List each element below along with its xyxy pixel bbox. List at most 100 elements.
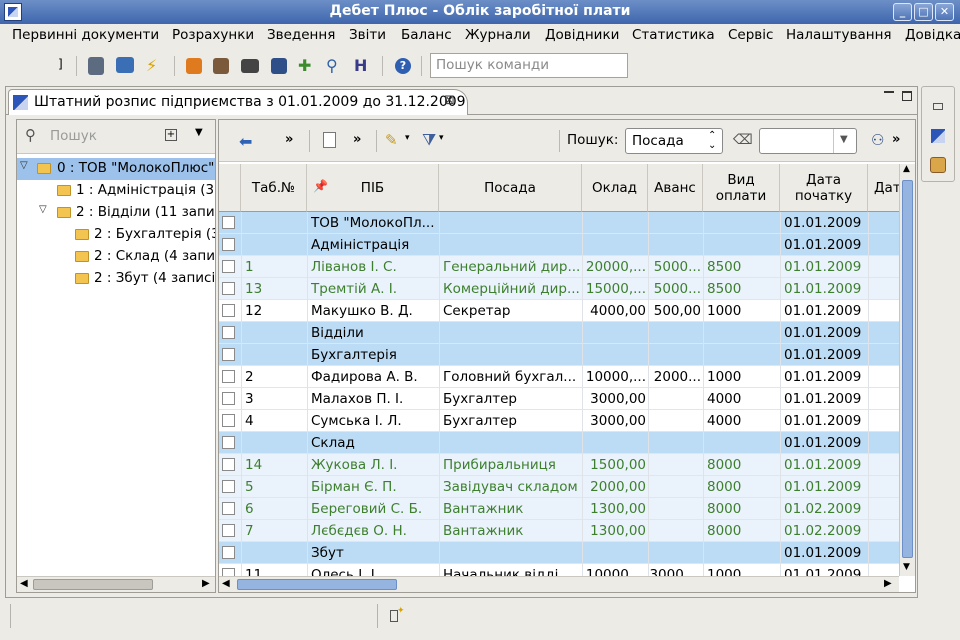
- box-icon[interactable]: [186, 58, 202, 74]
- id-card-icon[interactable]: [271, 58, 287, 74]
- row-checkbox[interactable]: [222, 216, 235, 229]
- scroll-right-icon[interactable]: ▶: [884, 578, 892, 589]
- menu-item-primary-docs[interactable]: Первинні документи: [12, 27, 159, 43]
- row-checkbox[interactable]: [222, 282, 235, 295]
- header-salary[interactable]: Оклад: [582, 164, 648, 212]
- back-arrow-icon[interactable]: ⬅: [239, 132, 252, 151]
- menu-item-directories[interactable]: Довідники: [545, 27, 619, 43]
- tab-staff-schedule[interactable]: Штатний розпис підприємства з 01.01.2009…: [8, 89, 468, 115]
- table-row[interactable]: 5 Бірман Є. П. Завідувач складом 2000,00 800…: [219, 476, 899, 498]
- lightning-icon[interactable]: ⚡: [146, 56, 166, 76]
- table-row[interactable]: 4 Сумська І. Л. Бухгалтер 3000,00 4000 01.01.…: [219, 410, 899, 432]
- table-row[interactable]: 2 Фадирова А. В. Головний бухгал... 10000,.…: [219, 366, 899, 388]
- menu-item-balance[interactable]: Баланс: [401, 27, 452, 43]
- menu-item-statistics[interactable]: Статистика: [632, 27, 715, 43]
- search-field-select[interactable]: Посада ⌃ ⌄: [625, 128, 723, 154]
- monitor-icon[interactable]: [116, 57, 134, 73]
- scroll-left-icon[interactable]: ◀: [20, 578, 28, 589]
- more-icon[interactable]: »: [892, 132, 900, 147]
- tree-node[interactable]: ▽ 2 : Відділи (11 запис: [17, 202, 215, 224]
- row-checkbox[interactable]: [222, 238, 235, 251]
- scroll-left-icon[interactable]: ◀: [222, 578, 230, 589]
- row-checkbox[interactable]: [222, 414, 235, 427]
- table-row[interactable]: 1 Ліванов І. С. Генеральний дир... 20000,..…: [219, 256, 899, 278]
- restore-icon[interactable]: [933, 103, 943, 110]
- table-row[interactable]: Бухгалтерія 01.01.2009: [219, 344, 899, 366]
- magnifier-icon[interactable]: ⚲: [326, 56, 346, 76]
- chevron-down-icon[interactable]: ▾: [405, 133, 410, 143]
- row-checkbox[interactable]: [222, 326, 235, 339]
- spinner-icon[interactable]: ⌃ ⌄: [708, 131, 716, 151]
- expanded-arrow-icon[interactable]: ▽: [20, 160, 32, 171]
- add-user-icon[interactable]: ✚: [298, 56, 318, 76]
- table-row[interactable]: 7 Лєбєдєв О. Н. Вантажник 1300,00 8000 01.02.…: [219, 520, 899, 542]
- row-checkbox[interactable]: [222, 568, 235, 576]
- toolbar-chevron-icon[interactable]: ]: [58, 57, 68, 77]
- row-checkbox[interactable]: [222, 436, 235, 449]
- table-row[interactable]: Відділи 01.01.2009: [219, 322, 899, 344]
- tree-search-input[interactable]: Пошук: [50, 128, 97, 144]
- header-payment-type[interactable]: Вид оплати: [703, 164, 780, 212]
- grid-vertical-scrollbar[interactable]: ▲ ▼: [899, 164, 915, 576]
- close-button[interactable]: ✕: [935, 3, 954, 21]
- table-row[interactable]: 14 Жукова Л. І. Прибиральниця 1500,00 8000 01…: [219, 454, 899, 476]
- scrollbar-thumb[interactable]: [33, 579, 153, 590]
- scroll-right-icon[interactable]: ▶: [202, 578, 210, 589]
- tree-horizontal-scrollbar[interactable]: ◀ ▶: [17, 576, 215, 592]
- row-checkbox[interactable]: [222, 260, 235, 273]
- table-row[interactable]: Збут 01.01.2009: [219, 542, 899, 564]
- table-row[interactable]: 3 Малахов П. І. Бухгалтер 3000,00 4000 01.01.…: [219, 388, 899, 410]
- table-row[interactable]: Адміністрація 01.01.2009: [219, 234, 899, 256]
- portrait-icon[interactable]: [213, 58, 229, 74]
- chevron-down-icon[interactable]: ▼: [840, 134, 848, 145]
- tree-node[interactable]: 1 : Адміністрація (3: [17, 180, 215, 202]
- menu-item-help[interactable]: Довідка: [905, 27, 960, 43]
- header-full-name[interactable]: 📌 ПІБ: [307, 164, 439, 212]
- view-minimize-icon[interactable]: [884, 91, 894, 93]
- eraser-icon[interactable]: ⌫: [733, 132, 753, 148]
- filter-icon[interactable]: ⧩: [422, 130, 436, 150]
- row-checkbox[interactable]: [222, 348, 235, 361]
- scrollbar-thumb[interactable]: [902, 180, 913, 558]
- minimize-button[interactable]: _: [893, 3, 912, 21]
- users-icon[interactable]: [930, 157, 946, 173]
- row-checkbox[interactable]: [222, 304, 235, 317]
- calculator-icon[interactable]: [88, 57, 104, 75]
- table-row[interactable]: 6 Береговий С. Б. Вантажник 1300,00 8000 01.0…: [219, 498, 899, 520]
- menu-item-summary[interactable]: Зведення: [267, 27, 335, 43]
- tree-node[interactable]: 2 : Бухгалтерія (3: [17, 224, 215, 246]
- command-search-input[interactable]: Пошук команди: [430, 53, 628, 78]
- table-row[interactable]: 12 Макушко В. Д. Секретар 4000,00 500,00 1000…: [219, 300, 899, 322]
- more-icon[interactable]: »: [285, 132, 293, 147]
- menu-item-journals[interactable]: Журнали: [465, 27, 531, 43]
- menu-item-reports[interactable]: Звіти: [349, 27, 386, 43]
- binoculars-icon[interactable]: ⚇: [871, 131, 884, 149]
- ruler-icon[interactable]: H: [354, 56, 374, 76]
- camera-icon[interactable]: [241, 59, 259, 73]
- expanded-arrow-icon[interactable]: ▽: [39, 204, 51, 215]
- menu-item-settings[interactable]: Налаштування: [786, 27, 892, 43]
- tree-node[interactable]: ▽ 0 : ТОВ "МолокоПлюс": [17, 158, 215, 180]
- header-position[interactable]: Посада: [439, 164, 582, 212]
- scrollbar-thumb[interactable]: [237, 579, 397, 590]
- tree-node[interactable]: 2 : Збут (4 записі: [17, 268, 215, 290]
- grid-horizontal-scrollbar[interactable]: ◀ ▶: [219, 576, 899, 592]
- row-checkbox[interactable]: [222, 458, 235, 471]
- row-checkbox[interactable]: [222, 524, 235, 537]
- table-row[interactable]: ТОВ "МолокоПл... 01.01.2009: [219, 212, 899, 234]
- menu-item-service[interactable]: Сервіс: [728, 27, 773, 43]
- wand-icon[interactable]: ✎: [385, 131, 398, 149]
- tab-close-icon[interactable]: ⊠: [444, 93, 455, 108]
- row-checkbox[interactable]: [222, 502, 235, 515]
- row-checkbox[interactable]: [222, 370, 235, 383]
- table-row[interactable]: 13 Тремтій А. І. Комерційний дир... 15000,.…: [219, 278, 899, 300]
- header-start-date[interactable]: Дата початку: [780, 164, 868, 212]
- chevron-down-icon[interactable]: ▾: [439, 133, 444, 143]
- header-tab-number[interactable]: Таб.№: [241, 164, 307, 212]
- menu-item-calculations[interactable]: Розрахунки: [172, 27, 254, 43]
- chevron-down-icon[interactable]: ▼: [195, 127, 203, 138]
- row-checkbox[interactable]: [222, 480, 235, 493]
- help-icon[interactable]: ?: [395, 58, 411, 74]
- table-row[interactable]: Склад 01.01.2009: [219, 432, 899, 454]
- document-icon[interactable]: [931, 129, 945, 143]
